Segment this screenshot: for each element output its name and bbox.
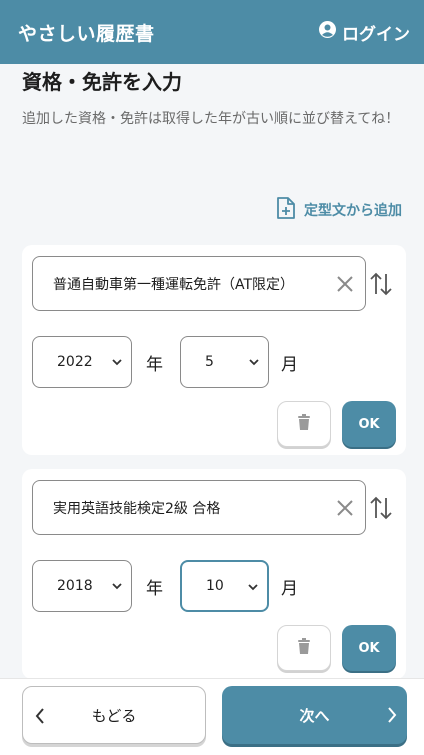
file-plus-icon [276,196,296,224]
chevron-right-icon [387,707,397,727]
year-select-value: 2018 [57,578,93,594]
main-content: 資格・免許を入力 追加した資格・免許は取得した年が古い順に並び替えてね！ 定型文… [0,64,424,678]
year-unit-label: 年 [146,579,163,599]
page-description: 追加した資格・免許は取得した年が古い順に並び替えてね！ [22,111,400,127]
chevron-down-icon [247,581,259,597]
back-label: もどる [91,706,137,725]
ok-button[interactable]: OK [342,625,396,671]
delete-button[interactable] [277,401,331,447]
year-select[interactable]: 2018 [32,560,132,612]
login-button[interactable]: ログイン [319,20,410,45]
app-title[interactable]: やさしい履歴書 [18,19,155,46]
add-from-template-label: 定型文から追加 [304,203,402,219]
chevron-left-icon [35,708,45,728]
user-circle-icon [319,21,336,43]
login-label: ログイン [342,24,410,45]
qualification-card: 普通自動車第一種運転免許（AT限定） 2022 年 5 月 OK [22,245,406,455]
add-from-template-link[interactable]: 定型文から追加 [276,196,402,224]
month-select[interactable]: 10 [180,560,269,612]
clear-x-icon[interactable] [333,272,357,296]
next-label: 次へ [299,706,330,725]
chevron-down-icon [111,356,123,372]
month-unit-label: 月 [281,355,298,375]
chevron-down-icon [248,356,260,372]
qualification-name-value: 実用英語技能検定2級 合格 [53,500,221,517]
delete-button[interactable] [277,625,331,671]
chevron-down-icon [111,580,123,596]
footer-nav: もどる 次へ [0,678,424,755]
back-button[interactable]: もどる [22,686,206,744]
trash-icon [297,414,311,434]
qualification-card: 実用英語技能検定2級 合格 2018 年 10 月 OK [22,469,406,678]
month-select-value: 10 [206,578,224,594]
app-header: やさしい履歴書 ログイン [0,0,424,64]
clear-x-icon[interactable] [333,496,357,520]
trash-icon [297,638,311,658]
year-select-value: 2022 [57,354,93,370]
year-unit-label: 年 [146,355,163,375]
page-title: 資格・免許を入力 [22,70,182,94]
sort-arrows-icon[interactable] [366,269,396,299]
month-unit-label: 月 [281,579,298,599]
year-select[interactable]: 2022 [32,336,132,388]
qualification-name-field[interactable]: 普通自動車第一種運転免許（AT限定） [32,256,366,311]
ok-button[interactable]: OK [342,401,396,447]
month-select-value: 5 [205,354,214,370]
next-button[interactable]: 次へ [222,686,407,744]
month-select[interactable]: 5 [180,336,269,388]
qualification-name-value: 普通自動車第一種運転免許（AT限定） [53,276,295,293]
sort-arrows-icon[interactable] [366,493,396,523]
qualification-name-field[interactable]: 実用英語技能検定2級 合格 [32,480,366,535]
